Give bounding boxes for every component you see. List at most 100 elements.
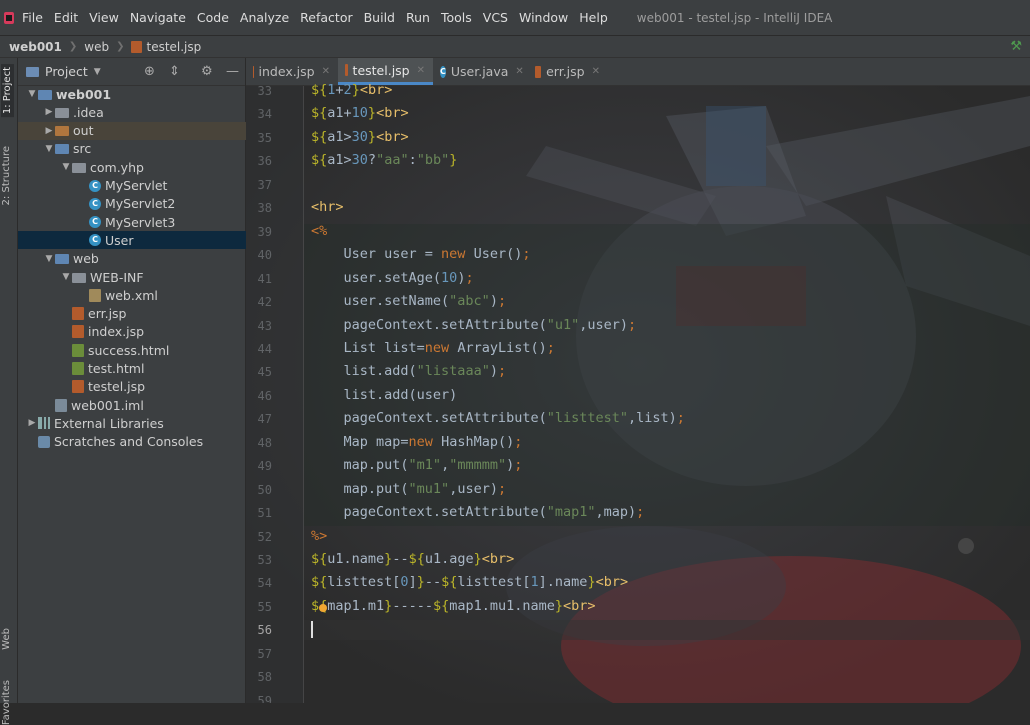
tree-item[interactable]: ▼ web001 — [18, 85, 246, 103]
menu-help[interactable]: Help — [579, 10, 608, 25]
code-line: ${map1.m1}-----${map1.mu1.name}<br> — [311, 597, 596, 614]
hide-panel-icon[interactable]: — — [226, 64, 239, 79]
menu-view[interactable]: View — [89, 10, 119, 25]
line-number: 33 — [257, 84, 272, 98]
code-line: <hr> — [311, 199, 344, 216]
package-icon — [72, 162, 86, 173]
tree-item-label: web.xml — [105, 287, 158, 303]
project-panel-title[interactable]: Project — [45, 64, 88, 79]
tree-item[interactable]: ▶ .idea — [18, 103, 246, 121]
tree-item[interactable]: err.jsp — [18, 305, 246, 323]
line-number: 37 — [257, 177, 272, 192]
intention-bulb-icon[interactable] — [319, 604, 327, 612]
menu-edit[interactable]: Edit — [54, 10, 78, 25]
tree-item-label: User — [105, 232, 134, 248]
tree-item[interactable]: C MyServlet3 — [18, 213, 246, 231]
menu-analyze[interactable]: Analyze — [240, 10, 289, 25]
breadcrumb-project[interactable]: web001 — [9, 40, 62, 54]
close-icon[interactable]: ✕ — [592, 66, 600, 77]
tree-item[interactable]: web.xml — [18, 286, 246, 304]
tree-item-label: test.html — [88, 361, 145, 376]
tree-item-label: out — [73, 123, 94, 139]
code-line: ${a1>30}<br> — [311, 128, 409, 145]
breadcrumb-web[interactable]: web — [84, 40, 109, 54]
menu-navigate[interactable]: Navigate — [130, 10, 186, 25]
expanded-arrow-icon[interactable]: ▼ — [43, 254, 55, 264]
menu-items: File Edit View Navigate Code Analyze Refactor B… — [22, 10, 619, 25]
menu-refactor[interactable]: Refactor — [300, 10, 352, 25]
close-icon[interactable]: ✕ — [515, 66, 523, 77]
editor-tab[interactable]: C User.java ✕ — [433, 58, 528, 85]
code-line: list.add(user) — [311, 386, 458, 403]
tree-item[interactable]: C MyServlet2 — [18, 195, 246, 213]
line-number: 36 — [257, 154, 272, 169]
expanded-arrow-icon[interactable]: ▼ — [60, 272, 72, 282]
tree-item[interactable]: ▼ web — [18, 250, 246, 268]
close-icon[interactable]: ✕ — [417, 65, 425, 76]
html-file-icon — [72, 343, 84, 357]
collapse-all-icon[interactable]: ⇕ — [169, 64, 180, 79]
locate-icon[interactable]: ⊕ — [144, 64, 155, 79]
tool-tab-web[interactable]: Web — [1, 628, 12, 650]
breadcrumb: web001 ❯ web ❯ testel.jsp ⚒ — [0, 36, 1030, 58]
chevron-down-icon[interactable]: ▼ — [94, 67, 101, 77]
editor-tab[interactable]: testel.jsp ✕ — [338, 58, 433, 85]
tree-item[interactable]: ▼ WEB-INF — [18, 268, 246, 286]
menu-file[interactable]: File — [22, 10, 43, 25]
close-icon[interactable]: ✕ — [322, 66, 330, 77]
tree-item-label: web001.iml — [71, 397, 144, 413]
build-hammer-icon[interactable]: ⚒ — [1010, 39, 1022, 54]
tree-item-label: index.jsp — [88, 324, 145, 340]
tree-item[interactable]: C User — [18, 231, 246, 250]
menu-build[interactable]: Build — [364, 10, 395, 25]
class-icon: C — [89, 234, 101, 247]
tool-tab-project[interactable]: 1: Project — [1, 64, 14, 118]
code-line: Map map=new HashMap(); — [311, 433, 523, 450]
tree-item[interactable]: Scratches and Consoles — [18, 433, 246, 451]
tree-item[interactable]: test.html — [18, 360, 246, 378]
code-line: User user = new User(); — [311, 246, 531, 263]
jsp-file-icon — [72, 307, 84, 321]
editor-tab[interactable]: err.jsp ✕ — [528, 58, 608, 85]
tree-item[interactable]: web001.iml — [18, 396, 246, 414]
tree-item[interactable]: success.html — [18, 341, 246, 359]
left-tool-strip: 1: Project 2: Structure Web Favorites — [0, 58, 18, 725]
tree-item[interactable]: index.jsp — [18, 323, 246, 341]
expanded-arrow-icon[interactable]: ▼ — [26, 89, 38, 99]
menu-code[interactable]: Code — [197, 10, 229, 25]
line-number: 44 — [257, 341, 272, 356]
line-number: 45 — [257, 365, 272, 380]
line-number: 59 — [257, 693, 272, 703]
breadcrumb-file[interactable]: testel.jsp — [146, 40, 201, 54]
menu-run[interactable]: Run — [406, 10, 430, 25]
tree-item[interactable]: ▼ com.yhp — [18, 158, 246, 176]
code-line: ${a1+10}<br> — [311, 105, 409, 122]
tree-item-label: com.yhp — [90, 159, 144, 175]
line-number: 43 — [257, 318, 272, 333]
code-line: ${u1.name}--${u1.age}<br> — [311, 551, 515, 567]
tree-item[interactable]: testel.jsp — [18, 378, 246, 396]
menu-window[interactable]: Window — [519, 10, 568, 25]
folder-icon — [72, 272, 86, 283]
library-icon — [38, 417, 50, 430]
jsp-file-icon — [72, 380, 84, 394]
line-number: 55 — [257, 599, 272, 614]
tree-item[interactable]: C MyServlet — [18, 177, 246, 195]
iml-file-icon — [55, 398, 67, 412]
menu-vcs[interactable]: VCS — [483, 10, 508, 25]
editor-tab[interactable]: index.jsp ✕ — [246, 58, 338, 85]
expanded-arrow-icon[interactable]: ▼ — [43, 144, 55, 154]
expanded-arrow-icon[interactable]: ▼ — [60, 162, 72, 172]
menu-tools[interactable]: Tools — [441, 10, 472, 25]
tree-item[interactable]: ▼ src — [18, 140, 246, 158]
tree-item[interactable]: ▶ out — [18, 121, 246, 140]
code-line: ${a1>30?"aa":"bb"} — [311, 152, 458, 169]
collapsed-arrow-icon[interactable]: ▶ — [43, 126, 55, 136]
collapsed-arrow-icon[interactable]: ▶ — [43, 107, 55, 117]
tree-item[interactable]: ▶ External Libraries — [18, 414, 246, 432]
code-line: map.put("m1","mmmmm"); — [311, 457, 523, 474]
gear-icon[interactable]: ⚙ — [201, 64, 213, 79]
tool-tab-structure[interactable]: 2: Structure — [1, 146, 12, 205]
collapsed-arrow-icon[interactable]: ▶ — [26, 418, 38, 428]
line-number: 34 — [257, 107, 272, 122]
